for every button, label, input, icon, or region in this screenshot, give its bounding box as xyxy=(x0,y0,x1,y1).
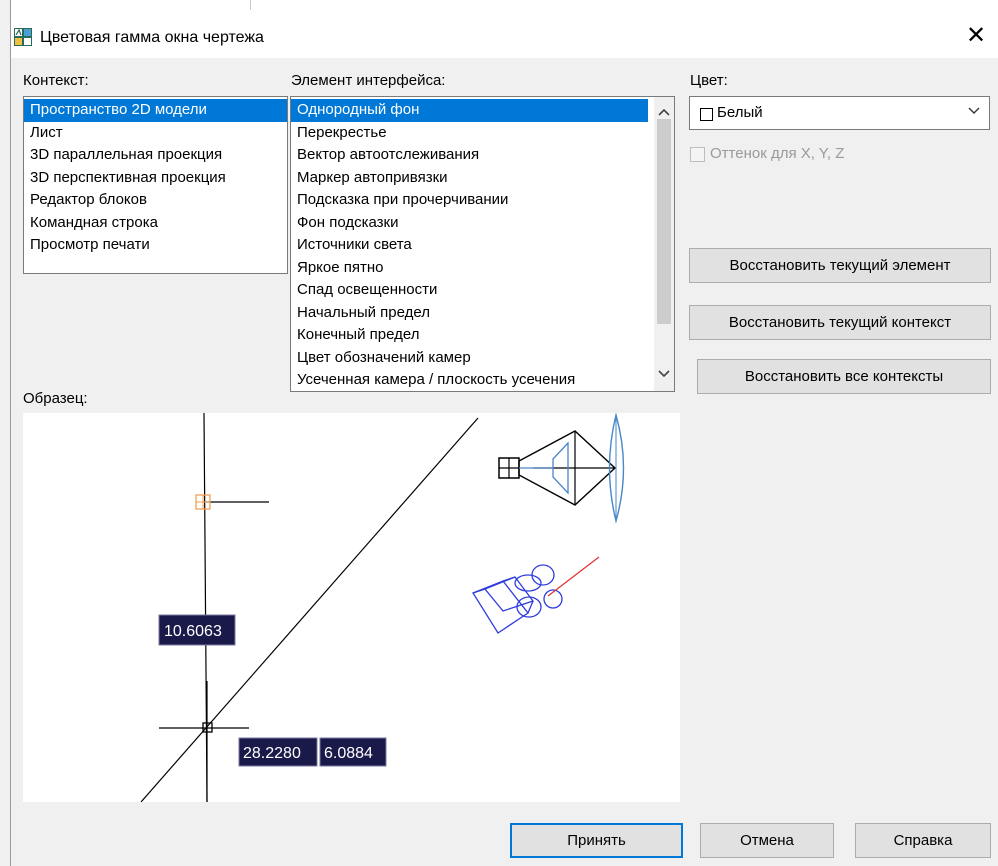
chevron-up-icon[interactable] xyxy=(658,105,670,119)
window-top-strip xyxy=(10,0,998,10)
color-value: Белый xyxy=(717,104,763,121)
color-swatch xyxy=(700,108,713,121)
coord-y-text: 6.0884 xyxy=(324,745,373,762)
camera-glyph xyxy=(472,564,563,634)
chevron-down-icon[interactable] xyxy=(658,367,670,381)
color-label: Цвет: xyxy=(690,72,728,89)
help-button[interactable]: Справка xyxy=(855,823,991,858)
context-item[interactable]: Лист xyxy=(24,122,287,145)
spotlight-glyph xyxy=(498,412,625,524)
tint-label: Оттенок для X, Y, Z xyxy=(710,145,845,162)
preview-canvas: 10.6063 28.2280 6.0884 xyxy=(23,412,680,803)
scrollbar-thumb[interactable] xyxy=(657,119,671,324)
interface-item[interactable]: Усеченная камера / плоскость усечения xyxy=(291,369,674,391)
close-icon[interactable]: ✕ xyxy=(966,24,986,48)
cancel-button[interactable]: Отмена xyxy=(700,823,834,858)
coord-x-text: 28.2280 xyxy=(243,745,301,762)
camera-ray xyxy=(547,556,600,597)
interface-item[interactable]: Перекрестье xyxy=(291,122,674,145)
interface-item[interactable]: Цвет обозначений камер xyxy=(291,347,674,370)
interface-item[interactable]: Источники света xyxy=(291,234,674,257)
listbox-scrollbar[interactable] xyxy=(654,97,674,391)
window-left-border xyxy=(10,0,11,866)
interface-item[interactable]: Фон подсказки xyxy=(291,212,674,235)
interface-item[interactable]: Яркое пятно xyxy=(291,257,674,280)
interface-item[interactable]: Начальный предел xyxy=(291,302,674,325)
context-label: Контекст: xyxy=(23,72,89,89)
restore-element-button[interactable]: Восстановить текущий элемент xyxy=(689,248,991,283)
interface-item[interactable]: Однородный фон xyxy=(291,99,648,122)
tint-checkbox[interactable] xyxy=(690,147,705,162)
interface-element-listbox[interactable]: Однородный фон Перекрестье Вектор автоот… xyxy=(290,96,675,392)
context-item[interactable]: Просмотр печати xyxy=(24,234,287,257)
context-listbox[interactable]: Пространство 2D модели Лист 3D параллель… xyxy=(23,96,288,274)
interface-item[interactable]: Конечный предел xyxy=(291,324,674,347)
color-dropdown[interactable]: Белый xyxy=(689,96,990,130)
chevron-down-icon[interactable] xyxy=(967,103,981,120)
interface-item[interactable]: Маркер автопривязки xyxy=(291,167,674,190)
interface-element-label: Элемент интерфейса: xyxy=(291,72,446,89)
interface-item[interactable]: Вектор автоотслеживания xyxy=(291,144,674,167)
context-item[interactable]: Командная строка xyxy=(24,212,287,235)
background-divider xyxy=(250,0,251,10)
restore-all-button[interactable]: Восстановить все контексты xyxy=(697,359,991,394)
cad-app-icon xyxy=(14,28,32,46)
context-item[interactable]: 3D перспективная проекция xyxy=(24,167,287,190)
interface-item[interactable]: Спад освещенности xyxy=(291,279,674,302)
context-item[interactable]: 3D параллельная проекция xyxy=(24,144,287,167)
context-item[interactable]: Редактор блоков xyxy=(24,189,287,212)
preview-label: Образец: xyxy=(23,390,88,407)
restore-context-button[interactable]: Восстановить текущий контекст xyxy=(689,305,991,340)
context-item[interactable]: Пространство 2D модели xyxy=(24,99,287,122)
dimension-tooltip-text: 10.6063 xyxy=(164,623,222,640)
window-title: Цветовая гамма окна чертежа xyxy=(40,29,264,46)
ok-button[interactable]: Принять xyxy=(510,823,683,858)
interface-item[interactable]: Подсказка при прочерчивании xyxy=(291,189,674,212)
